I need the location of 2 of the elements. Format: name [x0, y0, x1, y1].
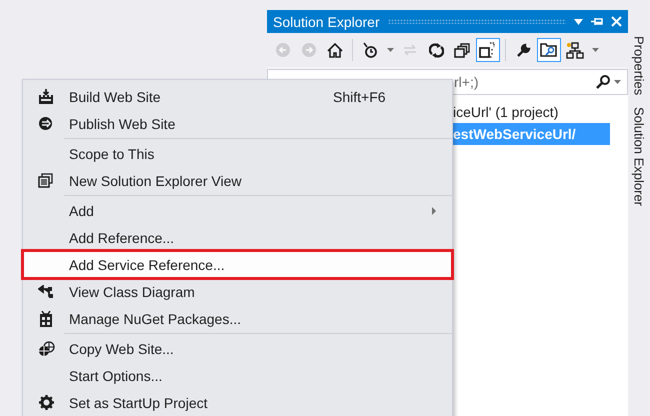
shortcut-text: Shift+F6 [333, 88, 386, 104]
panel-title: Solution Explorer [273, 14, 380, 30]
